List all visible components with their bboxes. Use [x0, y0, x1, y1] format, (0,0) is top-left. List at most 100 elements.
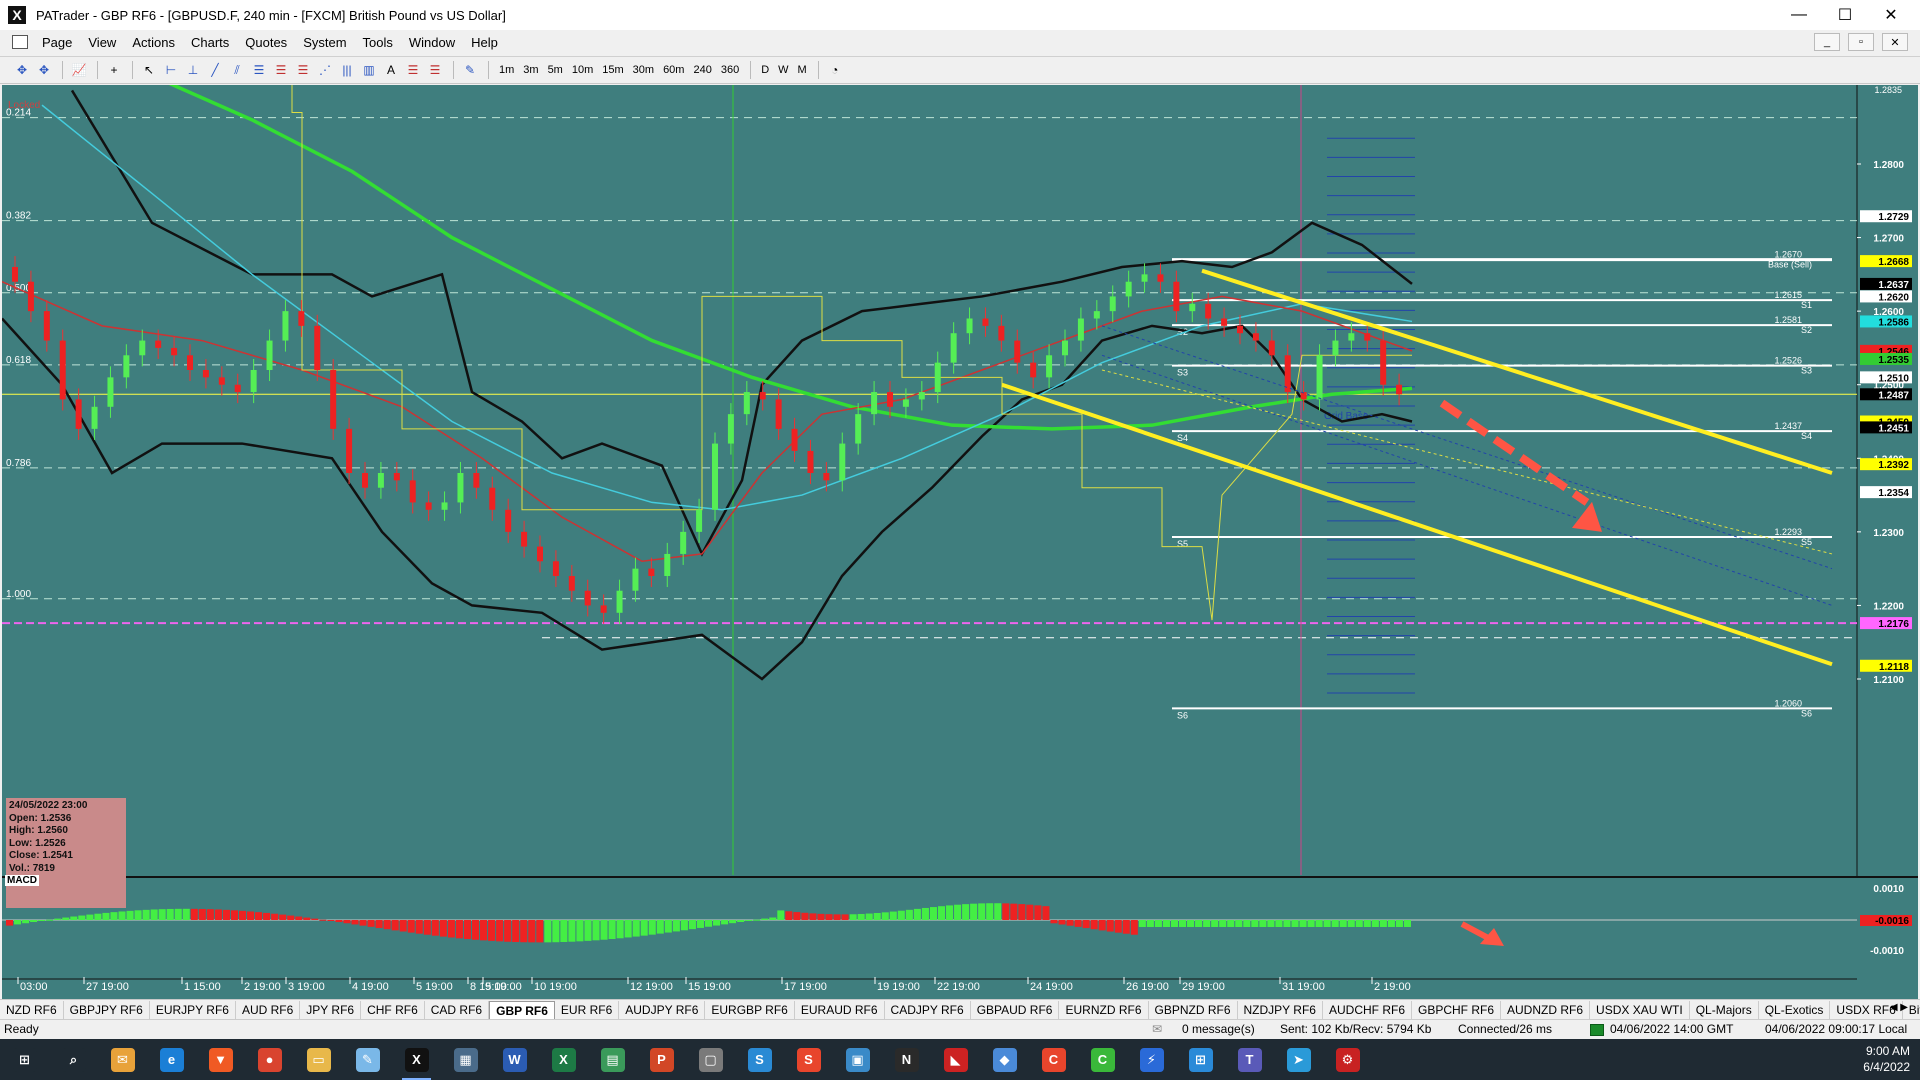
menu-charts[interactable]: Charts: [183, 35, 237, 50]
symbol-tab[interactable]: EUR RF6: [555, 1000, 620, 1019]
lightning-icon[interactable]: ⚡: [1127, 1039, 1176, 1080]
maximize-button[interactable]: ☐: [1822, 0, 1868, 30]
c-red-icon[interactable]: C: [1029, 1039, 1078, 1080]
symbol-tab[interactable]: QL-Majors: [1690, 1000, 1759, 1019]
menu-quotes[interactable]: Quotes: [237, 35, 295, 50]
gear-app-icon[interactable]: ⚙: [1323, 1039, 1372, 1080]
symbol-tab[interactable]: EURJPY RF6: [150, 1000, 236, 1019]
period-daily[interactable]: D: [757, 64, 773, 76]
chrome-icon[interactable]: ●: [245, 1039, 294, 1080]
gann-icon[interactable]: ☰: [425, 61, 445, 79]
symbol-tab[interactable]: GBPCHF RF6: [1412, 1000, 1502, 1019]
brave-icon[interactable]: ▼: [196, 1039, 245, 1080]
spreadsheet-icon[interactable]: ▤: [588, 1039, 637, 1080]
grid-icon[interactable]: ▥: [359, 61, 379, 79]
symbol-tab[interactable]: JPY RF6: [300, 1000, 362, 1019]
calculator-icon[interactable]: ▦: [441, 1039, 490, 1080]
symbol-tab[interactable]: NZDJPY RF6: [1238, 1000, 1323, 1019]
excel-icon[interactable]: X: [539, 1039, 588, 1080]
s-app-icon[interactable]: S: [735, 1039, 784, 1080]
symbol-tab[interactable]: AUDJPY RF6: [619, 1000, 706, 1019]
menu-actions[interactable]: Actions: [124, 35, 183, 50]
symbol-tab[interactable]: NZD RF6: [0, 1000, 64, 1019]
chart-icon[interactable]: 📈: [69, 61, 89, 79]
folder-icon[interactable]: ▭: [294, 1039, 343, 1080]
fib-arc-icon[interactable]: ☰: [293, 61, 313, 79]
timeframe-240[interactable]: 240: [689, 64, 715, 76]
timeframe-15m[interactable]: 15m: [598, 64, 627, 76]
mail-app-icon[interactable]: ✉: [98, 1039, 147, 1080]
menu-tools[interactable]: Tools: [355, 35, 401, 50]
fib-fan-icon[interactable]: ☰: [271, 61, 291, 79]
mdi-close-button[interactable]: ✕: [1882, 33, 1908, 51]
cursor-icon[interactable]: ↖: [139, 61, 159, 79]
symbol-tab[interactable]: CAD RF6: [425, 1000, 490, 1019]
teams-icon[interactable]: T: [1225, 1039, 1274, 1080]
tool-icon[interactable]: ◆: [980, 1039, 1029, 1080]
notepad-icon[interactable]: ✎: [343, 1039, 392, 1080]
symbol-tab[interactable]: CADJPY RF6: [885, 1000, 971, 1019]
app-icon[interactable]: ▢: [686, 1039, 735, 1080]
menu-page[interactable]: Page: [34, 35, 80, 50]
trendline-icon[interactable]: ╱: [205, 61, 225, 79]
powerpoint-icon[interactable]: P: [637, 1039, 686, 1080]
taskbar-clock[interactable]: 9:00 AM 6/4/2022: [1863, 1043, 1910, 1075]
symbol-tab[interactable]: EURGBP RF6: [705, 1000, 795, 1019]
word-icon[interactable]: W: [490, 1039, 539, 1080]
symbol-tab[interactable]: CHF RF6: [361, 1000, 425, 1019]
move2-icon[interactable]: ✥: [34, 61, 54, 79]
telegram-icon[interactable]: ➤: [1274, 1039, 1323, 1080]
windows-app-icon[interactable]: ⊞: [1176, 1039, 1225, 1080]
timeframe-10m[interactable]: 10m: [568, 64, 597, 76]
price-chart[interactable]: 0.214 0.382 0.500 0.618 0.786 1.000 Grid Base 1…: [2, 85, 1918, 1004]
period-weekly[interactable]: W: [774, 64, 792, 76]
s2-app-icon[interactable]: S: [784, 1039, 833, 1080]
crosshair-icon[interactable]: +: [104, 61, 124, 79]
patrader-icon[interactable]: X: [392, 1039, 441, 1080]
monitor-icon[interactable]: ▣: [833, 1039, 882, 1080]
menu-window[interactable]: Window: [401, 35, 463, 50]
c-green-icon[interactable]: C: [1078, 1039, 1127, 1080]
tab-scroll-arrows-icon[interactable]: ◀ ▶: [1890, 1002, 1908, 1013]
symbol-tab[interactable]: GBP RF6: [489, 1000, 555, 1019]
timeframe-30m[interactable]: 30m: [629, 64, 658, 76]
symbol-tab[interactable]: USDX XAU WTI: [1590, 1000, 1690, 1019]
symbol-tab[interactable]: AUD RF6: [236, 1000, 301, 1019]
menu-view[interactable]: View: [80, 35, 124, 50]
mdi-minimize-button[interactable]: _: [1814, 33, 1840, 51]
symbol-tab[interactable]: QL-Exotics: [1759, 1000, 1831, 1019]
fib-icon[interactable]: ☰: [249, 61, 269, 79]
symbol-tab[interactable]: AUDCHF RF6: [1323, 1000, 1412, 1019]
symbol-tab[interactable]: AUDNZD RF6: [1501, 1000, 1591, 1019]
chart-canvas[interactable]: 0.2140.3820.5000.6180.7861.000Grid Base1…: [2, 85, 1918, 1004]
windows-icon[interactable]: ⊞: [0, 1039, 49, 1080]
menu-system[interactable]: System: [295, 35, 354, 50]
symbol-tab[interactable]: EURNZD RF6: [1059, 1000, 1149, 1019]
timeframe-3m[interactable]: 3m: [519, 64, 542, 76]
symbol-tab[interactable]: GBPAUD RF6: [971, 1000, 1060, 1019]
pen-icon[interactable]: ✎: [460, 61, 480, 79]
hline-icon[interactable]: ⊢: [161, 61, 181, 79]
symbol-tab[interactable]: GBPJPY RF6: [64, 1000, 150, 1019]
pitchfork-icon[interactable]: |||: [337, 61, 357, 79]
move-icon[interactable]: ✥: [12, 61, 32, 79]
timeframe-5m[interactable]: 5m: [544, 64, 567, 76]
page-menu-icon[interactable]: [12, 35, 28, 49]
period-monthly[interactable]: M: [794, 64, 811, 76]
hline2-icon[interactable]: ⊥: [183, 61, 203, 79]
minimize-button[interactable]: —: [1776, 0, 1822, 30]
message-icon[interactable]: ✉: [1152, 1022, 1162, 1036]
red-app-icon[interactable]: ◣: [931, 1039, 980, 1080]
symbol-tab[interactable]: GBPNZD RF6: [1149, 1000, 1238, 1019]
timeframe-1m[interactable]: 1m: [495, 64, 518, 76]
close-button[interactable]: ✕: [1868, 0, 1914, 30]
search-icon[interactable]: ⌕: [49, 1039, 98, 1080]
mdi-restore-button[interactable]: ▫: [1848, 33, 1874, 51]
fib-ext-icon[interactable]: ☰: [403, 61, 423, 79]
fib-time-icon[interactable]: ⋰: [315, 61, 335, 79]
symbol-tab[interactable]: EURAUD RF6: [795, 1000, 885, 1019]
menu-help[interactable]: Help: [463, 35, 506, 50]
channel-icon[interactable]: ⫽: [227, 61, 247, 79]
status-messages[interactable]: 0 message(s): [1182, 1022, 1255, 1036]
clock-icon[interactable]: ◔: [825, 61, 845, 79]
